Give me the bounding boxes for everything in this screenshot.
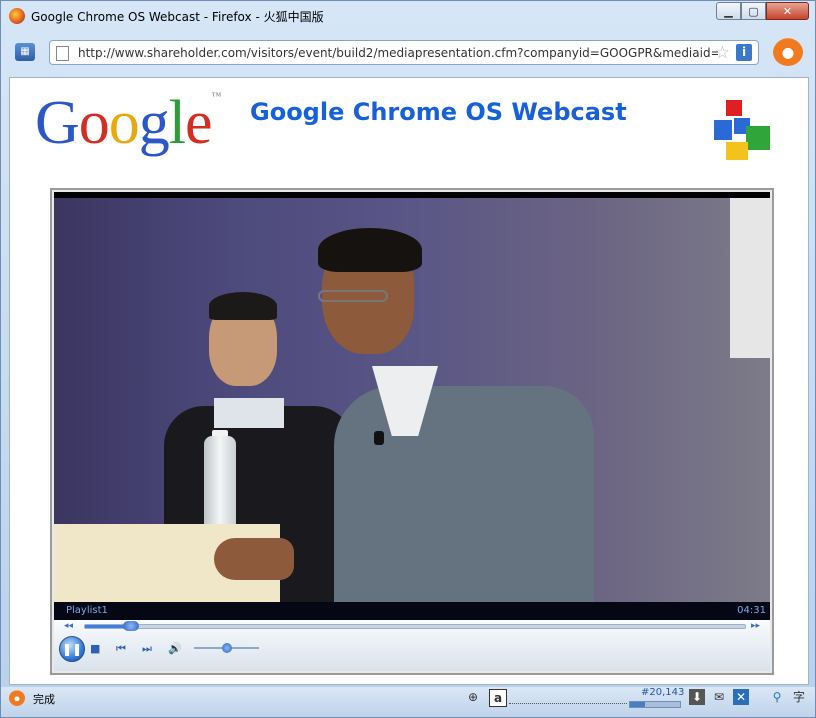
- ime-icon[interactable]: 字: [791, 689, 807, 705]
- volume-icon[interactable]: 🔊: [168, 642, 182, 655]
- volume-thumb[interactable]: [221, 643, 232, 653]
- page-icon: [56, 46, 69, 61]
- browser-window: Google Chrome OS Webcast - Firefox - 火狐中…: [0, 0, 816, 718]
- blocks-logo-icon: [714, 100, 770, 160]
- site-menu-icon[interactable]: ▦: [15, 43, 35, 61]
- seek-thumb[interactable]: [123, 621, 140, 631]
- url-text[interactable]: http://www.shareholder.com/visitors/even…: [78, 46, 718, 60]
- maximize-button[interactable]: ▢: [741, 2, 766, 20]
- player-info-bar: Playlist1 04:31: [54, 602, 770, 620]
- alexa-rank: #20,143: [641, 687, 685, 698]
- seek-forward-icon[interactable]: ▸▸: [751, 621, 760, 631]
- media-player: Playlist1 04:31 ◂◂ ▸▸ ❚❚ ■ ⏮ ⏭ 🔊: [50, 188, 774, 675]
- minimize-button[interactable]: ▁: [716, 2, 741, 20]
- addon-icon[interactable]: ⊕: [465, 689, 481, 705]
- window-controls: ▁ ▢ ✕: [716, 2, 809, 20]
- close-button[interactable]: ✕: [766, 2, 809, 20]
- stop-icon[interactable]: ■: [90, 642, 100, 655]
- next-icon[interactable]: ⏭: [142, 642, 152, 656]
- status-bar: 完成 ⊕ a #20,143 ⬇ ✉ ✕ ⚲ 字: [1, 687, 815, 717]
- volume-slider[interactable]: [194, 643, 259, 653]
- time-display: 04:31: [737, 605, 766, 616]
- navigation-bar: ▦ http://www.shareholder.com/visitors/ev…: [7, 37, 811, 67]
- tools-icon[interactable]: ✕: [733, 689, 749, 705]
- window-title: Google Chrome OS Webcast - Firefox - 火狐中…: [31, 10, 324, 24]
- title-bar: Google Chrome OS Webcast - Firefox - 火狐中…: [1, 1, 815, 31]
- playlist-label: Playlist1: [66, 605, 108, 616]
- google-logo: Google™: [35, 89, 221, 157]
- firefox-icon: [9, 8, 25, 24]
- seek-back-icon[interactable]: ◂◂: [64, 621, 73, 631]
- alexa-traffic-graph: [509, 697, 627, 704]
- speaker-foreground: [214, 228, 594, 602]
- projection-screen: [730, 198, 770, 358]
- search-icon[interactable]: ⚲: [769, 689, 785, 705]
- status-fox-icon: [9, 690, 25, 706]
- fox-mascot-icon[interactable]: [773, 38, 803, 66]
- video-scene: [54, 198, 770, 602]
- address-bar[interactable]: http://www.shareholder.com/visitors/even…: [49, 40, 759, 65]
- water-bottle: [204, 436, 236, 534]
- page-content: Google™ Google Chrome OS Webcast Playlis…: [9, 77, 809, 685]
- seek-bar[interactable]: [84, 621, 746, 631]
- rank-meter: [629, 701, 681, 708]
- info-icon[interactable]: i: [736, 44, 752, 61]
- previous-icon[interactable]: ⏮: [116, 642, 126, 656]
- mail-icon[interactable]: ✉: [711, 689, 727, 705]
- player-controls: ◂◂ ▸▸ ❚❚ ■ ⏮ ⏭ 🔊: [54, 620, 770, 671]
- status-text: 完成: [33, 693, 55, 706]
- download-icon[interactable]: ⬇: [689, 689, 705, 705]
- bookmark-star-icon[interactable]: ☆: [715, 43, 730, 63]
- pause-button[interactable]: ❚❚: [59, 636, 85, 662]
- video-frame[interactable]: [54, 192, 770, 602]
- alexa-icon[interactable]: a: [489, 689, 507, 707]
- page-title: Google Chrome OS Webcast: [250, 98, 627, 126]
